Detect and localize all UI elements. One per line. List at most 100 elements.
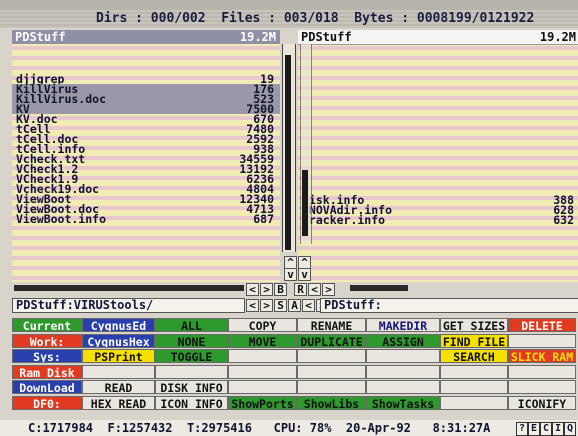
none-button[interactable]: NONE xyxy=(155,333,228,348)
empty-button[interactable] xyxy=(297,364,366,379)
empty-button[interactable] xyxy=(440,380,508,394)
file-row[interactable] xyxy=(298,165,578,175)
empty-button[interactable] xyxy=(228,349,297,363)
empty-button[interactable] xyxy=(228,364,297,379)
file-row[interactable] xyxy=(298,145,578,155)
file-row[interactable] xyxy=(298,65,578,75)
left-file-panel[interactable]: PDStuff 19.2M djjgrep 19 KillVirus 176 KillV… xyxy=(12,30,280,282)
file-row[interactable] xyxy=(298,125,578,135)
right-path-field[interactable]: PDStuff: xyxy=(320,298,578,313)
scroll-down-icon[interactable]: v xyxy=(298,268,311,281)
file-row[interactable]: KV.doc 670 xyxy=(12,113,280,125)
find-file-button[interactable]: FIND FILE xyxy=(440,333,508,348)
error-button[interactable]: E xyxy=(528,422,540,436)
hex-read-button[interactable]: HEX READ xyxy=(82,395,155,410)
top-strip xyxy=(0,0,578,10)
empty-button[interactable] xyxy=(366,364,440,379)
file-row[interactable]: KillVirus.doc 523 xyxy=(12,93,280,105)
file-row[interactable] xyxy=(298,115,578,125)
file-row[interactable] xyxy=(298,55,578,65)
file-row[interactable] xyxy=(12,44,280,54)
scroll-left-icon[interactable]: < xyxy=(308,283,321,296)
left-panel-header[interactable]: PDStuff 19.2M xyxy=(12,30,280,44)
iconify-button[interactable]: ICONIFY xyxy=(508,395,576,410)
showports-button[interactable]: ShowPorts xyxy=(228,395,297,410)
search-button[interactable]: SEARCH xyxy=(440,349,508,363)
empty-button[interactable] xyxy=(228,380,297,394)
file-row[interactable]: ViewBoot.info 687 xyxy=(12,213,280,225)
empty-button[interactable] xyxy=(508,333,576,348)
left-path-field[interactable]: PDStuff:VIRUStools/ xyxy=(12,298,245,313)
rename-button[interactable]: RENAME xyxy=(297,318,366,332)
df0-button[interactable]: DF0: xyxy=(12,395,82,410)
file-row[interactable]: Tracker.info 632 xyxy=(298,214,578,226)
button-row: DownLoad READ DISK INFO xyxy=(12,380,578,396)
s-button[interactable]: S xyxy=(274,299,287,312)
empty-button[interactable] xyxy=(508,380,576,394)
empty-button[interactable] xyxy=(366,349,440,363)
read-button[interactable]: READ xyxy=(82,380,155,394)
scroll-right-icon[interactable]: > xyxy=(260,299,273,312)
empty-button[interactable] xyxy=(440,364,508,379)
scroll-left-icon[interactable]: < xyxy=(246,299,259,312)
move-button[interactable]: MOVE xyxy=(228,333,297,348)
right-scrollbar-knob[interactable] xyxy=(302,170,308,236)
scroll-down-icon[interactable]: v xyxy=(284,268,297,281)
sys-button[interactable]: Sys: xyxy=(12,349,82,363)
empty-button[interactable] xyxy=(440,395,508,410)
empty-button[interactable] xyxy=(297,380,366,394)
left-hscroll[interactable] xyxy=(14,285,244,291)
iconify-button[interactable]: I xyxy=(552,422,564,436)
help-button[interactable]: ? xyxy=(516,422,528,436)
icon-info-button[interactable]: ICON INFO xyxy=(155,395,228,410)
file-row[interactable] xyxy=(298,95,578,105)
empty-button[interactable] xyxy=(508,364,576,379)
download-button[interactable]: DownLoad xyxy=(12,380,82,394)
delete-button[interactable]: DELETE xyxy=(508,318,576,332)
right-file-list[interactable]: disk.info 388 INOVAdir.info 628 Tracker.info… xyxy=(298,45,578,226)
copy-button[interactable]: COPY xyxy=(228,318,297,332)
scroll-left-icon[interactable]: < xyxy=(246,283,259,296)
disk-info-button[interactable]: DISK INFO xyxy=(155,380,228,394)
ram-disk-button[interactable]: Ram Disk xyxy=(12,364,82,379)
right-hscroll[interactable] xyxy=(350,285,408,291)
file-row[interactable] xyxy=(298,105,578,115)
right-panel-header[interactable]: PDStuff 19.2M xyxy=(298,30,578,45)
get-sizes-button[interactable]: GET SIZES xyxy=(440,318,508,332)
showtasks-button[interactable]: ShowTasks xyxy=(366,395,440,410)
empty-button[interactable] xyxy=(366,380,440,394)
current-button[interactable]: Current xyxy=(12,318,82,332)
duplicate-button[interactable]: DUPLICATE xyxy=(297,333,366,348)
left-scrollbar-knob[interactable] xyxy=(285,55,291,250)
file-row[interactable] xyxy=(298,85,578,95)
toggle-button[interactable]: TOGGLE xyxy=(155,349,228,363)
buffer-b-button[interactable]: B xyxy=(274,283,287,296)
quit-button[interactable]: Q xyxy=(564,422,576,436)
makedir-button[interactable]: MAKEDIR xyxy=(366,318,440,332)
config-button[interactable]: C xyxy=(540,422,552,436)
empty-button[interactable] xyxy=(297,349,366,363)
empty-button[interactable] xyxy=(82,364,155,379)
scroll-right-icon[interactable]: > xyxy=(260,283,273,296)
scroll-right-icon[interactable]: > xyxy=(322,283,335,296)
file-row[interactable] xyxy=(298,45,578,55)
file-row[interactable] xyxy=(298,175,578,185)
file-row[interactable] xyxy=(12,54,280,64)
all-button[interactable]: ALL xyxy=(155,318,228,332)
cygnushex-button[interactable]: CygnusHex xyxy=(82,333,155,348)
assign-button[interactable]: ASSIGN xyxy=(366,333,440,348)
a-button[interactable]: A xyxy=(288,299,301,312)
file-row[interactable] xyxy=(298,75,578,85)
cygnused-button[interactable]: CygnusEd xyxy=(82,318,155,332)
right-file-panel[interactable]: PDStuff 19.2M disk.info 388 INOVAdir.info 6… xyxy=(298,30,578,282)
buffer-r-button[interactable]: R xyxy=(294,283,307,296)
work-button[interactable]: Work: xyxy=(12,333,82,348)
psprint-button[interactable]: PSPrint xyxy=(82,349,155,363)
slick-ram-button[interactable]: SLICK RAM xyxy=(508,349,576,363)
scroll-left-icon[interactable]: < xyxy=(302,299,315,312)
showlibs-button[interactable]: ShowLibs xyxy=(297,395,366,410)
left-file-list[interactable]: djjgrep 19 KillVirus 176 KillVirus.doc 523 KV 7… xyxy=(12,44,280,225)
empty-button[interactable] xyxy=(155,364,228,379)
file-row[interactable] xyxy=(298,135,578,145)
file-row[interactable] xyxy=(298,155,578,165)
